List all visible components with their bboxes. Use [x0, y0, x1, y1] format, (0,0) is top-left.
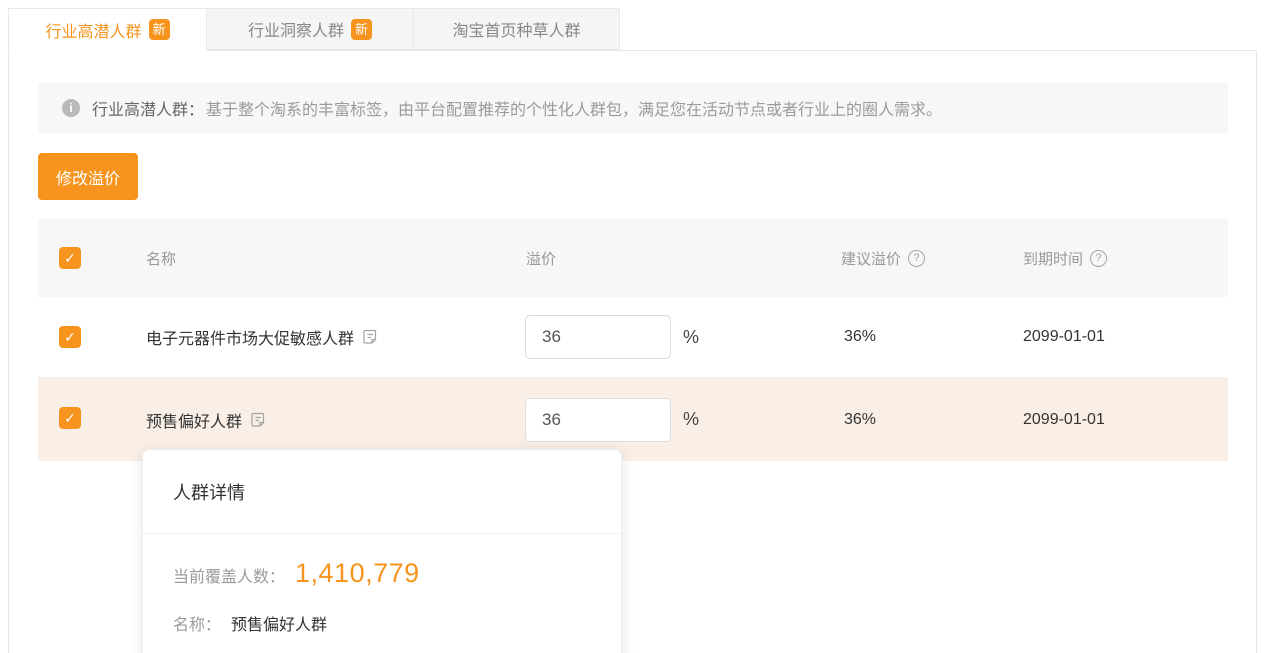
tab-taobao-homepage-seeding[interactable]: 淘宝首页种草人群 [414, 8, 620, 50]
document-icon[interactable] [250, 411, 267, 429]
row-checkbox[interactable] [59, 326, 81, 348]
select-all-checkbox[interactable] [59, 247, 81, 269]
premium-input[interactable] [525, 315, 671, 359]
audience-name-cell: 电子元器件市场大促敏感人群 [146, 297, 379, 377]
info-banner: 行业高潜人群： 基于整个淘系的丰富标签，由平台配置推荐的个性化人群包，满足您在活… [38, 83, 1228, 133]
banner-title: 行业高潜人群： [92, 96, 204, 120]
column-header-suggested-label: 建议溢价 [841, 248, 901, 269]
audience-table: 名称 溢价 建议溢价 到期时间 电子元器件市场大促敏感人群 [38, 219, 1228, 461]
expire-date-value: 2099-01-01 [1023, 297, 1105, 377]
tab-label: 行业高潜人群 [45, 18, 141, 42]
column-header-suggested: 建议溢价 [841, 219, 925, 297]
new-badge: 新 [351, 19, 372, 40]
column-header-expire: 到期时间 [1023, 219, 1107, 297]
tab-industry-insight[interactable]: 行业洞察人群 新 [207, 8, 414, 50]
coverage-label: 当前覆盖人数： [173, 563, 285, 587]
suggested-premium-value: 36% [844, 297, 876, 377]
tab-bar: 行业高潜人群 新 行业洞察人群 新 淘宝首页种草人群 [8, 8, 620, 51]
tab-label: 行业洞察人群 [248, 17, 344, 41]
banner-text: 基于整个淘系的丰富标签，由平台配置推荐的个性化人群包，满足您在活动节点或者行业上… [206, 96, 942, 120]
audience-detail-popup: 人群详情 当前覆盖人数： 1,410,779 名称： 预售偏好人群 [142, 449, 622, 653]
question-mark-icon[interactable] [1090, 250, 1107, 267]
column-header-expire-label: 到期时间 [1023, 248, 1083, 269]
premium-input-cell [525, 297, 671, 377]
new-badge: 新 [149, 19, 170, 40]
popup-title: 人群详情 [143, 450, 621, 534]
audience-name: 电子元器件市场大促敏感人群 [146, 325, 354, 349]
audience-name: 预售偏好人群 [146, 408, 242, 432]
premium-input[interactable] [525, 398, 671, 442]
question-mark-icon[interactable] [908, 250, 925, 267]
popup-name-value: 预售偏好人群 [231, 611, 327, 635]
suggested-premium-value: 36% [844, 378, 876, 461]
tab-industry-high-potential[interactable]: 行业高潜人群 新 [8, 8, 207, 51]
popup-name-label: 名称： [173, 611, 221, 635]
coverage-line: 当前覆盖人数： 1,410,779 [173, 558, 591, 589]
coverage-count: 1,410,779 [295, 558, 420, 589]
table-header-row: 名称 溢价 建议溢价 到期时间 [38, 219, 1228, 297]
column-header-premium: 溢价 [526, 219, 556, 297]
tab-label: 淘宝首页种草人群 [452, 17, 580, 41]
percent-sign: % [683, 297, 699, 377]
info-icon [62, 99, 80, 117]
percent-sign: % [683, 378, 699, 461]
popup-body: 当前覆盖人数： 1,410,779 名称： 预售偏好人群 [143, 534, 621, 635]
name-line: 名称： 预售偏好人群 [173, 611, 591, 635]
column-header-name: 名称 [146, 219, 176, 297]
modify-premium-button[interactable]: 修改溢价 [38, 153, 138, 200]
expire-date-value: 2099-01-01 [1023, 378, 1105, 461]
table-row: 电子元器件市场大促敏感人群 % 36% 2099-01-01 [38, 297, 1228, 378]
row-checkbox[interactable] [59, 407, 81, 429]
document-icon[interactable] [362, 328, 379, 346]
